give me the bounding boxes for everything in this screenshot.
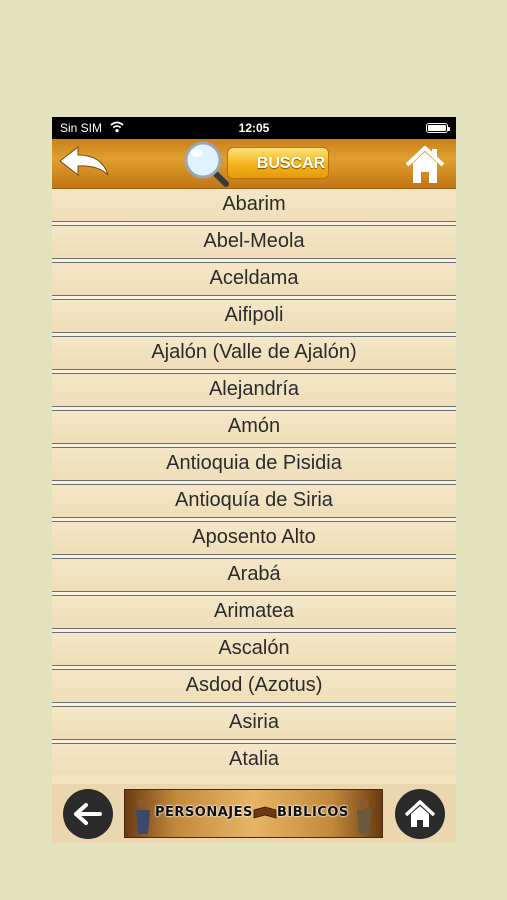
list-item-label: Asiria — [228, 711, 279, 733]
back-button[interactable] — [63, 789, 113, 839]
top-navigation-bar: BUSCAR — [52, 139, 456, 189]
home-icon — [404, 800, 436, 827]
book-icon — [253, 806, 277, 819]
list-item[interactable]: Antioquía de Siria — [52, 485, 456, 522]
list-item-label: Aifipoli — [224, 304, 284, 326]
search-button-label: BUSCAR — [256, 155, 326, 172]
list-item[interactable]: Ajalón (Valle de Ajalón) — [52, 337, 456, 374]
list-item[interactable]: Aceldama — [52, 263, 456, 300]
home-icon[interactable] — [404, 143, 446, 185]
bottom-bar: PERSONAJES BIBLICOS — [52, 784, 456, 843]
list-item-label: Abel-Meola — [203, 230, 305, 252]
magnifier-icon[interactable] — [182, 140, 232, 188]
personajes-biblicos-banner[interactable]: PERSONAJES BIBLICOS — [124, 789, 383, 838]
list-item[interactable]: Asiria — [52, 707, 456, 744]
list-item[interactable]: Aifipoli — [52, 300, 456, 337]
home-button[interactable] — [395, 789, 445, 839]
list-item-label: Amón — [227, 415, 281, 437]
banner-word-1: PERSONAJES — [155, 805, 253, 820]
list-item-label: Antioquia de Pisidia — [166, 452, 342, 474]
list-item[interactable]: Atalia — [52, 744, 456, 775]
battery-icon — [426, 123, 450, 133]
app-screen: Sin SIM 12:05 BUSCAR Abarim Abel-Meola Ace… — [52, 117, 456, 843]
figure-left-icon — [136, 798, 150, 834]
list-item[interactable]: Antioquia de Pisidia — [52, 448, 456, 485]
list-item[interactable]: Ascalón — [52, 633, 456, 670]
list-item-label: Ascalón — [218, 637, 290, 659]
list-item-label: Ajalón (Valle de Ajalón) — [151, 341, 357, 363]
list-item-label: Antioquía de Siria — [175, 489, 333, 511]
list-item[interactable]: Abarim — [52, 189, 456, 226]
list-item[interactable]: Alejandría — [52, 374, 456, 411]
search-button[interactable]: BUSCAR — [227, 147, 329, 179]
list-item-label: Abarim — [222, 193, 286, 215]
arrow-left-icon — [74, 803, 102, 825]
list-item[interactable]: Arimatea — [52, 596, 456, 633]
figure-right-icon — [357, 798, 371, 834]
list-item-label: Atalia — [228, 748, 280, 770]
list-item-label: Arabá — [227, 563, 281, 585]
clock: 12:05 — [238, 121, 270, 135]
list-item[interactable]: Abel-Meola — [52, 226, 456, 263]
back-arrow-icon[interactable] — [58, 145, 110, 181]
list-item-label: Alejandría — [208, 378, 300, 400]
status-bar: Sin SIM 12:05 — [52, 117, 456, 139]
list-item[interactable]: Asdod (Azotus) — [52, 670, 456, 707]
list-item[interactable]: Arabá — [52, 559, 456, 596]
list-item-label: Asdod (Azotus) — [185, 674, 323, 696]
list-item-label: Arimatea — [213, 600, 295, 622]
banner-word-2: BIBLICOS — [277, 805, 349, 820]
list-item[interactable]: Aposento Alto — [52, 522, 456, 559]
list-item[interactable]: Amón — [52, 411, 456, 448]
list-item-label: Aposento Alto — [192, 526, 316, 548]
places-list[interactable]: Abarim Abel-Meola Aceldama Aifipoli Ajalón (… — [52, 189, 456, 775]
list-item-label: Aceldama — [209, 267, 299, 289]
